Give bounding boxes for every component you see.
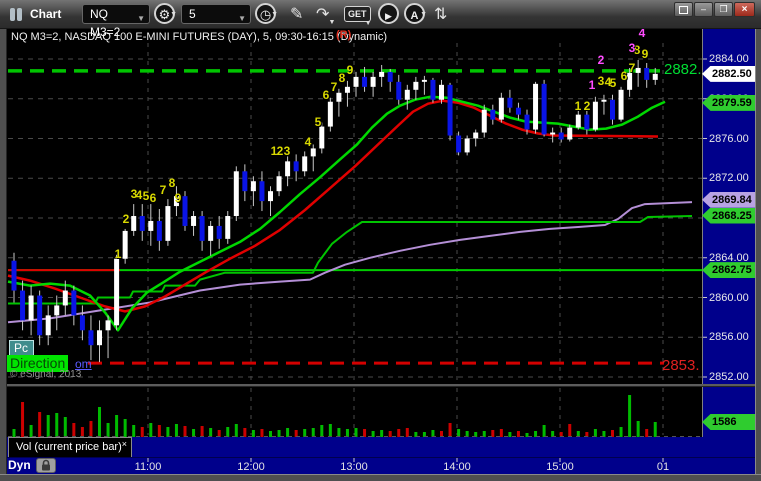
line-study-button[interactable]: ↷ ▼: [316, 4, 335, 26]
chevron-down-icon: ▼: [328, 19, 336, 26]
chart-title: NQ M3=2, NASDAQ 100 E-MINI FUTURES (DAY)…: [11, 31, 388, 43]
chevron-down-icon: ▼: [364, 20, 372, 27]
chevron-down-icon: ▼: [238, 14, 246, 23]
price-axis[interactable]: [702, 28, 755, 474]
tab-volume-study[interactable]: Vol (current price bar) ×: [8, 437, 132, 457]
window-title: Chart: [30, 7, 62, 21]
time-interval-button[interactable]: ◷ ▼: [255, 3, 278, 24]
pencil-icon: ✎: [290, 6, 304, 23]
lock-button[interactable]: [36, 458, 56, 473]
title-toolbar: Chart NQ M3=2 ▼ ⚙ ▼ 5 ▼ ◷ ▼ ✎ ↷ ▼ GET ▼ ▶ A: [0, 0, 761, 39]
symbol-combobox[interactable]: NQ M3=2 ▼: [82, 4, 150, 39]
close-button[interactable]: ×: [734, 2, 755, 17]
restore-icon: [679, 6, 688, 14]
volume-tab-label: Vol (current price bar): [16, 441, 122, 453]
lock-icon: [42, 459, 50, 471]
chevron-down-icon: ▼: [170, 11, 177, 18]
link-windows-button[interactable]: ⇅: [434, 4, 447, 24]
maximize-button[interactable]: ❒: [714, 2, 733, 17]
curve-arrow-icon: ↷: [316, 6, 330, 23]
axis-row-divider: [7, 457, 755, 458]
window-controls: – ❒ ×: [674, 2, 755, 17]
symbol-value: NQ M3=2: [90, 7, 121, 39]
copyright-text: © eSignal, 2013: [10, 369, 82, 380]
get-icon: GET: [348, 9, 367, 19]
window-border-left: [0, 28, 7, 474]
chart-plot-background: [7, 28, 702, 474]
interval-value: 5: [189, 7, 196, 21]
dynamic-session-label: Dyn: [8, 458, 31, 472]
maximize-icon: ❒: [719, 4, 728, 14]
symbol-settings-button[interactable]: ⚙ ▼: [154, 3, 177, 24]
close-icon[interactable]: ×: [122, 439, 127, 449]
chevron-down-icon: ▼: [137, 14, 145, 23]
minimize-button[interactable]: –: [694, 2, 713, 17]
restore-button[interactable]: [674, 2, 693, 17]
window-border-bottom: [0, 474, 761, 481]
alerts-button[interactable]: A ▼: [404, 3, 427, 24]
play-icon: ▶: [385, 11, 392, 21]
interval-combobox[interactable]: 5 ▼: [181, 4, 251, 24]
realtime-flag: (R): [336, 29, 352, 41]
pane-splitter[interactable]: [7, 384, 755, 387]
chevron-down-icon: ▼: [420, 11, 427, 18]
get-data-button[interactable]: GET ▼: [344, 6, 372, 27]
window-border-right: [755, 28, 761, 474]
a-circle-icon: A: [410, 10, 419, 22]
draw-tool-button[interactable]: ✎: [290, 4, 303, 24]
chevron-down-icon: ▼: [271, 11, 278, 18]
minimize-icon: –: [700, 4, 706, 14]
swap-icon: ⇅: [434, 6, 448, 23]
window-panes-icon: [10, 8, 22, 21]
chart-window: Chart NQ M3=2 ▼ ⚙ ▼ 5 ▼ ◷ ▼ ✎ ↷ ▼ GET ▼ ▶ A: [0, 0, 761, 481]
gear-icon: ⚙: [158, 7, 171, 22]
clock-icon: ◷: [259, 7, 272, 22]
replay-button[interactable]: ▶: [378, 3, 399, 24]
close-icon: ×: [741, 4, 748, 15]
